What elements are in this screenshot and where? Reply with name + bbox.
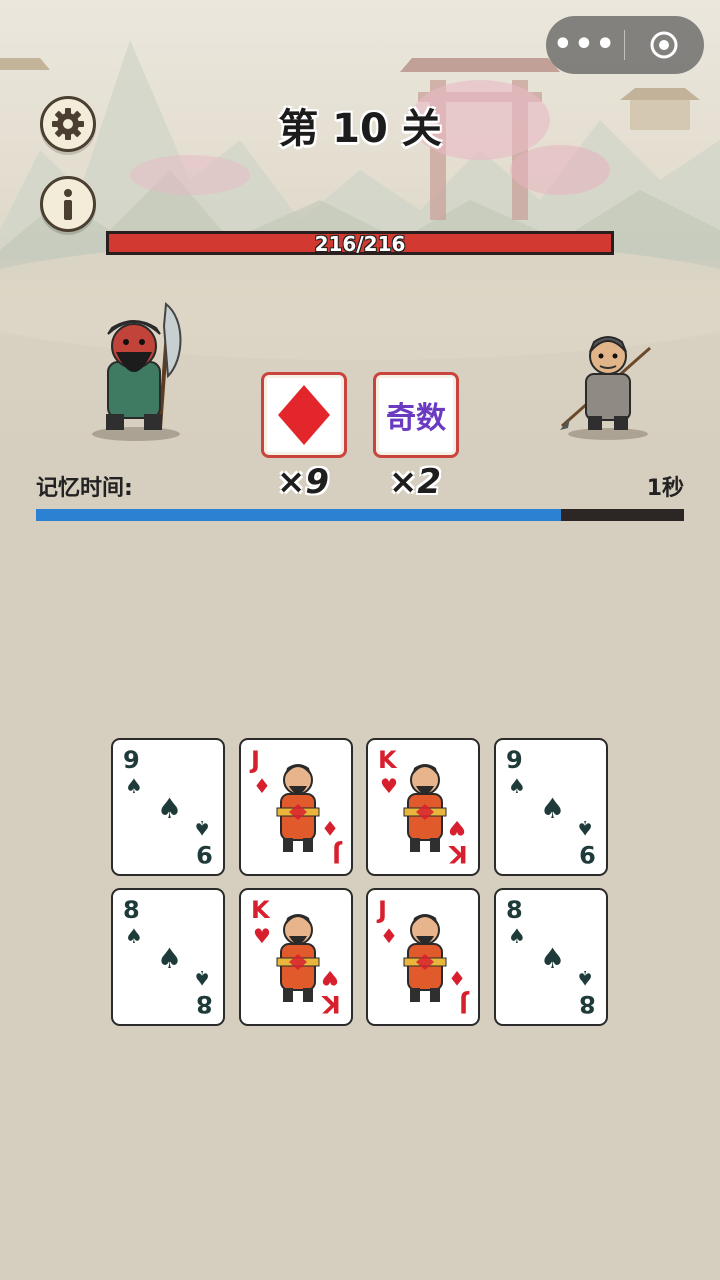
memory-seconds: 1秒	[646, 476, 684, 501]
info-icon	[64, 189, 72, 220]
info-button[interactable]	[40, 176, 96, 232]
clue-card-suit	[261, 372, 347, 458]
boss-hp-bar: 216/216	[106, 231, 614, 256]
player-general	[92, 302, 182, 441]
card-suit: ♠	[193, 966, 211, 990]
playing-card[interactable]: J ♦ ♦ J	[366, 888, 480, 1026]
card-rank: 8	[506, 896, 523, 924]
diamond-suit-icon	[278, 385, 330, 445]
card-rank: 8	[123, 896, 140, 924]
card-suit: ♥	[448, 816, 466, 840]
mini-program-capsule: •••	[546, 16, 704, 74]
clue-card-parity: 奇数	[373, 372, 459, 458]
card-rank: 9	[123, 746, 140, 774]
card-suit: ♠	[576, 816, 594, 840]
card-center-suit: ♠	[540, 792, 566, 825]
card-rank: K	[322, 990, 341, 1018]
playing-card[interactable]: K ♥ ♥ K	[366, 738, 480, 876]
card-suit: ♠	[125, 774, 143, 798]
court-figure	[403, 914, 447, 1002]
playing-card[interactable]: 8 ♠ ♠ ♠ 8	[494, 888, 608, 1026]
card-rank: 8	[579, 990, 596, 1018]
playing-card[interactable]: 8 ♠ ♠ ♠ 8	[111, 888, 225, 1026]
card-suit: ♠	[125, 924, 143, 948]
memory-timer-fill	[36, 509, 561, 521]
card-rank: 9	[196, 840, 213, 868]
card-suit: ♠	[508, 924, 526, 948]
boss-hp-text: 216/216	[314, 232, 406, 256]
playing-card[interactable]: K ♥ ♥ K	[239, 888, 353, 1026]
card-rank: J	[251, 746, 260, 774]
memory-time-label: 记忆时间:	[36, 476, 133, 501]
card-rank: 9	[506, 746, 523, 774]
court-figure	[276, 914, 320, 1002]
court-figure	[403, 764, 447, 852]
target-icon[interactable]	[625, 30, 703, 60]
clue-count-parity: ×2	[388, 462, 442, 502]
memory-timer-bar	[36, 509, 684, 521]
card-center-suit: ♠	[540, 942, 566, 975]
card-center-suit: ♠	[157, 942, 183, 975]
card-suit: ♠	[576, 966, 594, 990]
card-rank: J	[459, 990, 468, 1018]
card-rank: 8	[196, 990, 213, 1018]
card-suit: ♠	[193, 816, 211, 840]
clue-parity-text: 奇数	[386, 401, 446, 436]
card-suit: ♦	[321, 816, 339, 840]
card-suit: ♠	[508, 774, 526, 798]
card-rank: J	[378, 896, 387, 924]
level-title: 第 10 关	[278, 106, 442, 152]
card-suit: ♦	[448, 966, 466, 990]
court-figure	[276, 764, 320, 852]
playing-card[interactable]: J ♦ ♦ J	[239, 738, 353, 876]
enemy-soldier	[560, 336, 651, 440]
card-rank: 9	[579, 840, 596, 868]
clue-count-suit: ×9	[276, 462, 330, 502]
playing-card[interactable]: 9 ♠ ♠ ♠ 9	[111, 738, 225, 876]
playing-card[interactable]: 9 ♠ ♠ ♠ 9	[494, 738, 608, 876]
card-center-suit: ♠	[157, 792, 183, 825]
card-rank: J	[332, 840, 341, 868]
card-rank: K	[449, 840, 468, 868]
more-icon[interactable]: •••	[546, 16, 624, 74]
card-suit: ♥	[321, 966, 339, 990]
